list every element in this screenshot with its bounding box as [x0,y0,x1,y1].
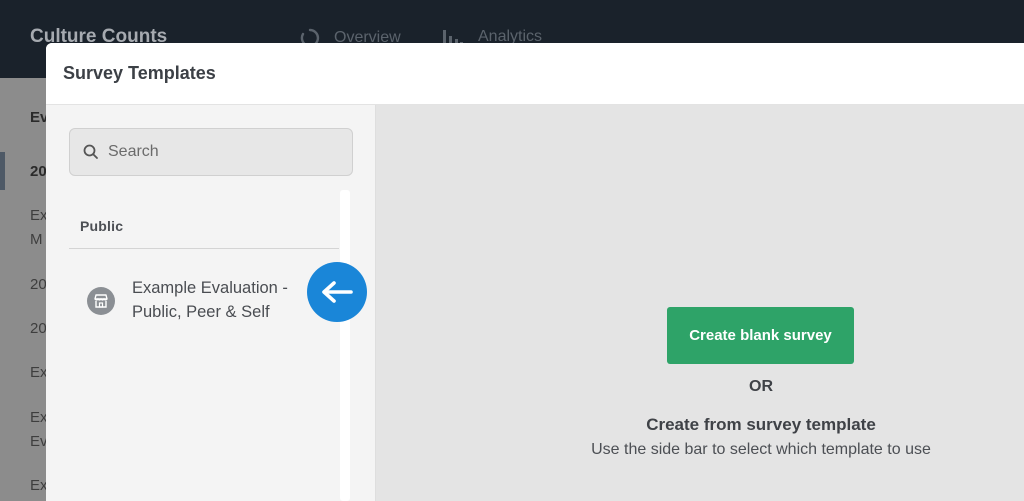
or-separator: OR [749,378,773,395]
bg-sidebar-item: Ex [30,477,48,494]
bg-sidebar-item: Ev [30,433,48,450]
bg-sidebar-item: 20 [30,320,47,337]
bg-sidebar-item: Ex [30,207,48,224]
bg-sidebar-item: M [30,231,43,248]
survey-templates-modal: Survey Templates Public Example Evaluati… [46,43,1024,501]
search-input[interactable] [108,129,348,175]
bg-sidebar-item: 20 [30,163,47,180]
section-divider [69,248,339,249]
bg-sidebar-item: 20 [30,276,47,293]
modal-title: Survey Templates [63,63,216,83]
template-item-example-evaluation[interactable]: Example Evaluation - Public, Peer & Self [69,260,339,328]
storefront-icon [87,287,115,315]
template-heading: Create from survey template [646,415,876,434]
template-instruction: Use the side bar to select which templat… [591,441,931,458]
section-label-public: Public [80,218,124,234]
bg-sidebar-item: Ex [30,364,48,381]
search-box[interactable] [69,128,353,176]
search-icon [83,144,98,159]
sidebar-scrollbar[interactable] [340,190,350,501]
create-blank-survey-button[interactable]: Create blank survey [667,307,854,364]
arrow-left-callout-icon [307,262,367,322]
templates-main: Create blank survey OR Create from surve… [376,105,1024,501]
template-item-label: Example Evaluation - Public, Peer & Self [132,279,288,321]
background-active-indicator [0,152,5,190]
modal-header: Survey Templates [46,43,1024,105]
bg-sidebar-item: Ex [30,409,48,426]
